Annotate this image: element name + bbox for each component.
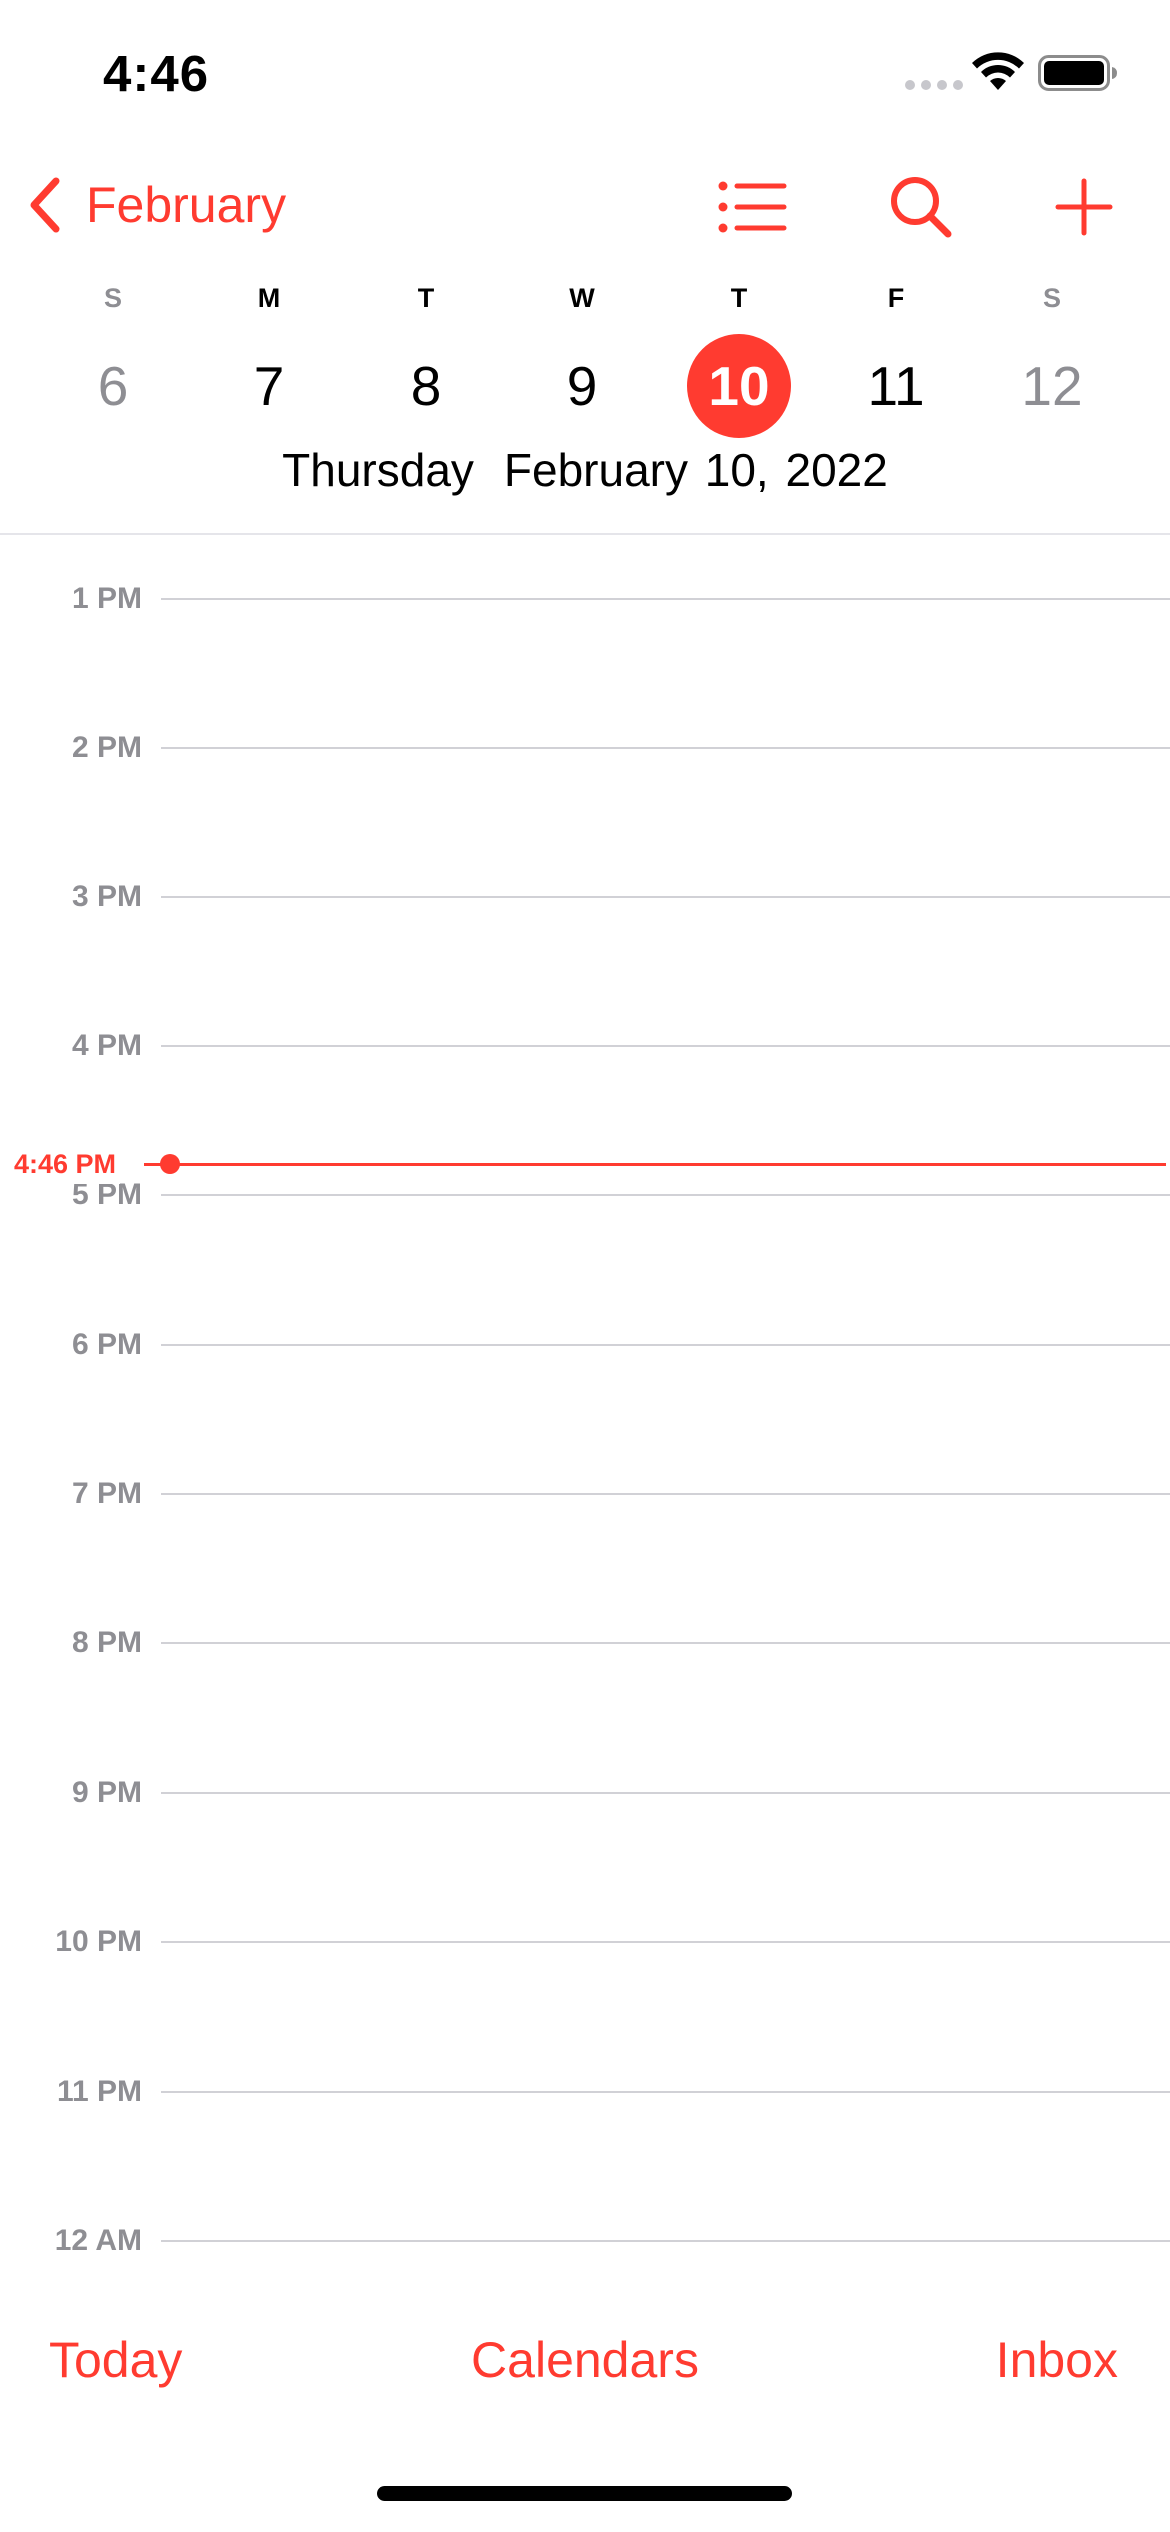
hour-gridline [161,1344,1170,1346]
hour-gridline [161,598,1170,600]
hour-label: 4 PM [71,1029,142,1062]
wifi-icon [972,52,1024,90]
hour-label: 7 PM [71,1477,142,1510]
hour-gridline [161,2240,1170,2242]
add-event-button[interactable] [1044,170,1124,244]
hour-gridline [161,1194,1170,1196]
hour-gridline [161,896,1170,898]
selected-full-date: February 10, 2022 [503,444,888,496]
weekday-letter: T [730,283,748,313]
day-cell[interactable]: 6 [61,334,165,438]
hour-row: 9 PM [0,1773,1170,1813]
calendars-button[interactable]: Calendars [471,2332,699,2388]
back-button[interactable]: February [26,175,286,235]
selected-weekday: Thursday [282,444,474,496]
hour-row: 1 PM [0,579,1170,619]
hour-row: 7 PM [0,1474,1170,1514]
weekday-letter: S [1042,283,1061,313]
hour-label: 8 PM [71,1626,142,1659]
hour-gridline [161,1642,1170,1644]
hour-gridline [161,1045,1170,1047]
hour-label: 2 PM [71,731,142,764]
hour-gridline [161,1493,1170,1495]
weekday-letter: S [103,283,122,313]
hour-gridline [161,2091,1170,2093]
back-button-label: February [86,177,287,233]
hour-label: 9 PM [71,1776,142,1809]
hour-gridline [161,747,1170,749]
hour-row: 2 PM [0,728,1170,768]
current-time-label: 4:46 PM [14,1144,121,1184]
current-time-indicator: 4:46 PM [0,1144,1170,1184]
hour-label: 6 PM [71,1328,142,1361]
current-time-dot [160,1154,180,1174]
list-view-button[interactable] [713,170,793,244]
search-button[interactable] [881,170,961,244]
today-button[interactable]: Today [49,2330,182,2390]
selected-date-title: Thursday February 10, 2022 [0,443,1170,497]
hour-row: 10 PM [0,1922,1170,1962]
hour-row: 8 PM [0,1623,1170,1663]
status-bar-time: 4:46 [103,45,210,102]
hour-gridline [161,1941,1170,1943]
list-icon [718,181,787,233]
hour-row: 12 AM [0,2221,1170,2261]
hour-row: 11 PM [0,2072,1170,2112]
day-cell[interactable]: 12 [1000,334,1104,438]
home-indicator[interactable] [377,2486,792,2501]
day-cell[interactable]: 11 [844,334,948,438]
hour-label: 10 PM [55,1925,142,1958]
hour-label: 3 PM [71,880,142,913]
day-cell-selected[interactable]: 10 [687,334,791,438]
day-cell[interactable]: 8 [374,334,478,438]
day-cell[interactable]: 9 [530,334,634,438]
hour-label: 12 AM [54,2224,142,2257]
weekday-letter: M [257,283,281,313]
day-cell[interactable]: 7 [217,334,321,438]
hour-label: 11 PM [56,2075,142,2108]
hour-row: 6 PM [0,1325,1170,1365]
header-divider [0,533,1170,535]
hour-gridline [161,1792,1170,1794]
inbox-button[interactable]: Inbox [996,2330,1118,2390]
plus-icon [1055,178,1113,236]
chevron-left-icon [30,177,60,233]
hour-row: 4 PM [0,1026,1170,1066]
battery-icon [1038,55,1117,91]
cellular-signal-icon [905,80,963,90]
search-icon [891,177,952,238]
weekday-letter: W [569,283,595,313]
weekday-letter: F [887,283,905,313]
current-time-line [144,1163,1166,1166]
hour-row: 3 PM [0,877,1170,917]
weekday-letter: T [417,283,435,313]
hour-label: 1 PM [71,582,142,615]
